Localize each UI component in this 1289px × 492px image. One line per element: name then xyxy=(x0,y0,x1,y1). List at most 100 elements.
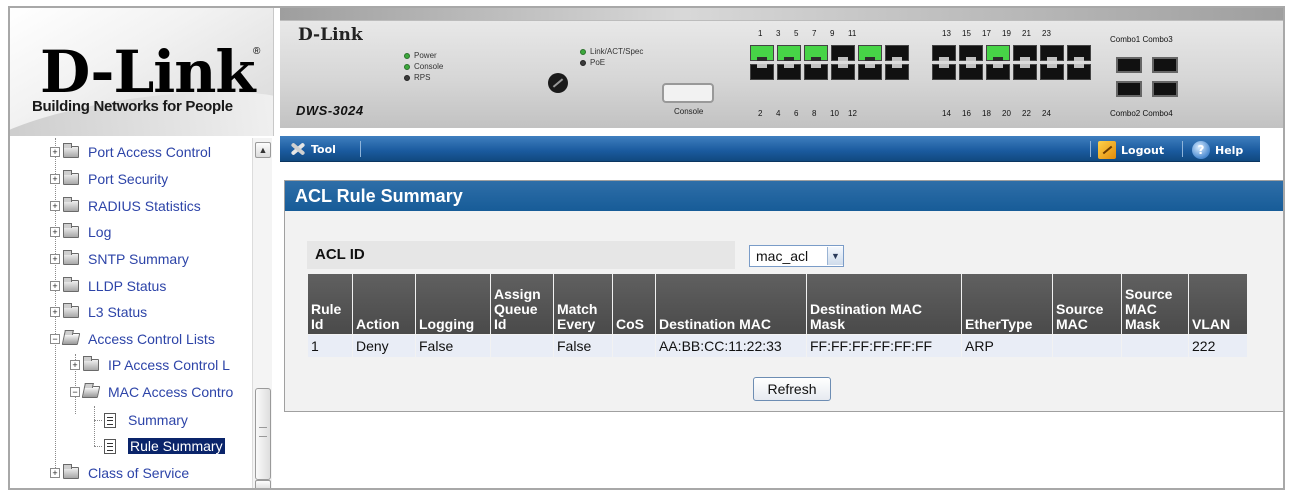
sidebar-item-radius-statistics[interactable]: + RADIUS Statistics xyxy=(50,196,201,216)
table-header-row: Rule Id Action Logging Assign Queue Id M… xyxy=(308,274,1247,334)
sidebar-item-label: Class of Service xyxy=(88,465,190,481)
sidebar-item-mac-access-control-lists[interactable]: − MAC Access Contro xyxy=(70,382,233,402)
scroll-grip-icon xyxy=(259,427,267,437)
scroll-down-arrow-icon[interactable] xyxy=(255,480,271,488)
port-3-icon xyxy=(777,45,801,61)
folder-icon xyxy=(63,197,79,212)
table-cell: AA:BB:CC:11:22:33 xyxy=(656,335,806,357)
device-model: DWS-3024 xyxy=(296,103,364,118)
port-9-icon xyxy=(858,45,882,61)
port-18-icon xyxy=(986,64,1010,80)
folder-icon xyxy=(63,223,79,238)
expand-icon[interactable]: + xyxy=(50,174,60,184)
help-button[interactable]: ? Help xyxy=(1192,141,1243,159)
expand-icon[interactable]: + xyxy=(50,147,60,157)
reset-knob-icon xyxy=(548,73,568,93)
acl-rule-summary-panel: ACL Rule Summary ACL ID mac_acl ▼ Rule I… xyxy=(284,180,1283,412)
scrollbar-thumb[interactable] xyxy=(255,388,271,480)
port-20-icon xyxy=(1013,64,1037,80)
led-label: Power xyxy=(414,51,437,60)
sidebar-item-lldp-status[interactable]: + LLDP Status xyxy=(50,276,166,296)
column-header: Rule Id xyxy=(308,274,352,334)
expand-icon[interactable]: + xyxy=(50,254,60,264)
sidebar-scrollbar[interactable]: ▲ xyxy=(252,138,272,488)
acl-id-select[interactable]: mac_acl ▼ xyxy=(749,245,844,267)
port-number: 5 xyxy=(794,29,799,38)
port-4-icon xyxy=(777,64,801,80)
sidebar-item-rule-summary[interactable]: Rule Summary xyxy=(94,436,225,456)
port-group-b xyxy=(932,45,1091,80)
port-19-icon xyxy=(1013,45,1037,61)
expand-icon[interactable]: + xyxy=(50,281,60,291)
port-numbers-top-b: 13 15 17 19 21 23 xyxy=(942,29,1052,38)
sidebar-item-ip-access-control-lists[interactable]: + IP Access Control L xyxy=(70,355,230,375)
port-numbers-top-a: 1 3 5 7 9 11 xyxy=(758,29,856,38)
sidebar-item-port-security[interactable]: + Port Security xyxy=(50,169,168,189)
led-rps: RPS xyxy=(404,73,430,82)
power-led-icon xyxy=(404,52,410,59)
expand-icon[interactable]: + xyxy=(50,468,60,478)
column-header: EtherType xyxy=(962,274,1052,334)
sidebar-item-label: IP Access Control L xyxy=(108,357,230,373)
port-6-icon xyxy=(804,64,828,80)
expand-icon[interactable]: + xyxy=(50,307,60,317)
led-label: PoE xyxy=(590,58,606,67)
port-number: 11 xyxy=(848,29,857,38)
expand-icon[interactable]: + xyxy=(50,201,60,211)
combo-ports xyxy=(1116,57,1178,97)
folder-icon xyxy=(63,143,79,158)
sidebar-item-label: SNTP Summary xyxy=(88,251,189,267)
collapse-icon[interactable]: − xyxy=(50,334,60,344)
sidebar-item-log[interactable]: + Log xyxy=(50,222,111,242)
sidebar-item-access-control-lists[interactable]: − Access Control Lists xyxy=(50,329,215,349)
table-cell: False xyxy=(416,335,490,357)
column-header: Assign Queue Id xyxy=(491,274,553,334)
sidebar-item-label: Rule Summary xyxy=(128,438,225,454)
combo-label-top: Combo1 Combo3 xyxy=(1110,35,1173,44)
logout-button[interactable]: Logout xyxy=(1098,141,1164,159)
chevron-down-icon[interactable]: ▼ xyxy=(827,247,843,265)
port-number: 24 xyxy=(1042,109,1051,118)
port-12-icon xyxy=(885,64,909,80)
scroll-up-arrow-icon[interactable]: ▲ xyxy=(255,142,271,158)
port-2-icon xyxy=(750,64,774,80)
column-header: Match Every xyxy=(554,274,612,334)
rps-led-icon xyxy=(404,74,410,81)
sidebar-item-sntp-summary[interactable]: + SNTP Summary xyxy=(50,249,189,269)
sidebar-item-label: Access Control Lists xyxy=(88,331,215,347)
table-cell: False xyxy=(554,335,612,357)
table-cell: 1 xyxy=(308,335,352,357)
refresh-button[interactable]: Refresh xyxy=(753,377,831,401)
port-number: 1 xyxy=(758,29,763,38)
page-title: ACL Rule Summary xyxy=(285,181,1283,211)
led-link-act: Link/ACT/Spec xyxy=(580,47,643,56)
document-icon xyxy=(104,412,116,428)
sidebar-item-port-access-control[interactable]: + Port Access Control xyxy=(50,142,211,162)
sidebar-item-class-of-service[interactable]: + Class of Service xyxy=(50,463,189,483)
logout-label: Logout xyxy=(1121,143,1165,157)
expand-icon[interactable]: + xyxy=(50,227,60,237)
app-window: D-Link ® Building Networks for People D-… xyxy=(8,6,1285,490)
port-numbers-bottom-a: 2 4 6 8 10 12 xyxy=(758,109,857,118)
port-numbers-bottom-b: 14 16 18 20 22 24 xyxy=(942,109,1052,118)
poe-led-icon xyxy=(580,59,586,66)
port-number: 17 xyxy=(982,29,991,38)
folder-icon xyxy=(83,356,99,371)
combo2-port-icon xyxy=(1116,81,1142,97)
port-23-icon xyxy=(1067,45,1091,61)
tool-menu-button[interactable]: Tool xyxy=(288,141,336,157)
panel-body: ACL ID mac_acl ▼ Rule Id Action Logging … xyxy=(285,211,1283,411)
document-icon xyxy=(104,438,116,454)
collapse-icon[interactable]: − xyxy=(70,387,80,397)
sidebar-item-label: Log xyxy=(88,224,112,240)
expand-icon[interactable]: + xyxy=(70,360,80,370)
tree-guide xyxy=(94,420,102,421)
sidebar-item-l3-status[interactable]: + L3 Status xyxy=(50,302,147,322)
combo-label-bottom: Combo2 Combo4 xyxy=(1110,109,1173,118)
table-row: 1 Deny False False AA:BB:CC:11:22:33 FF:… xyxy=(308,335,1247,357)
port-17-icon xyxy=(986,45,1010,61)
sidebar-item-summary[interactable]: Summary xyxy=(94,410,188,430)
port-number: 20 xyxy=(1002,109,1011,118)
port-number: 18 xyxy=(982,109,991,118)
brand-tagline: Building Networks for People xyxy=(32,98,233,115)
